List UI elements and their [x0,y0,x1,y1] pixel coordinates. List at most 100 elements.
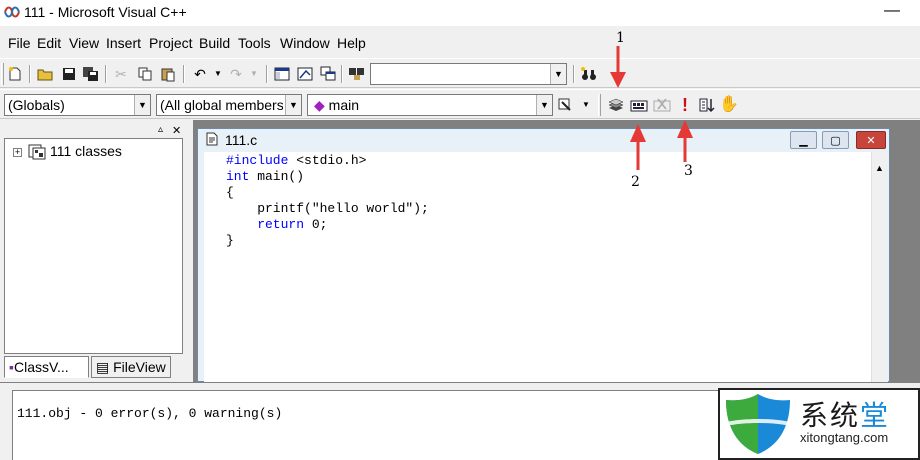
menu-file[interactable]: File [8,35,31,51]
undo-icon[interactable]: ↶ [190,64,210,84]
editor-minimize-button[interactable]: ▁ [790,131,817,149]
new-file-icon[interactable] [5,64,25,84]
fileview-icon: ▤ [96,359,110,375]
members-combo-value: ◆ main [314,97,359,114]
undo-dropdown-icon[interactable]: ▼ [208,64,228,84]
fileview-tab-label: FileView [113,359,166,375]
editor-title: 111.c [225,132,258,148]
classes-folder-icon [28,144,46,160]
search-binoculars-icon[interactable] [579,64,599,84]
vertical-scrollbar[interactable] [871,152,888,382]
chevron-down-icon[interactable]: ▼ [550,64,566,84]
code-text: 0; [304,217,328,232]
chevron-down-icon[interactable]: ▼ [134,95,150,115]
scroll-up-icon[interactable]: ▲ [871,160,888,176]
menu-window[interactable]: Window [280,35,330,51]
wizard-bar-toolbar: (Globals) ▼ (All global members ▼ ◆ main… [0,89,920,119]
annotation-label-2: 2 [631,174,640,190]
menu-edit[interactable]: Edit [37,35,61,51]
source-file-icon [206,132,218,146]
copy-icon[interactable] [135,64,155,84]
menu-build[interactable]: Build [199,35,230,51]
open-folder-icon[interactable] [35,64,55,84]
filter-combo-value: (All global members [160,97,283,113]
function-icon: ◆ [314,97,325,113]
find-in-files-icon[interactable] [347,64,367,84]
editor-close-button[interactable]: ✕ [856,131,886,149]
build-output-message: 111.obj - 0 error(s), 0 warning(s) [17,406,283,421]
redo-icon[interactable]: ↷ [226,64,246,84]
logo-url: xitongtang.com [800,430,889,445]
code-text: <stdio.h> [288,153,367,168]
tree-root-label[interactable]: 111 classes [50,143,122,159]
filter-combo[interactable]: (All global members ▼ [156,94,302,116]
annotation-label-1: 1 [616,30,625,46]
editor-gutter [204,152,224,382]
annotation-arrow-3 [677,120,693,162]
cut-icon[interactable]: ✂ [111,64,131,84]
code-line: } [226,233,234,248]
menu-tools[interactable]: Tools [238,35,271,51]
members-combo-text: main [328,97,360,113]
code-text: } [226,233,234,248]
save-icon[interactable] [59,64,79,84]
code-line: printf("hello world"); [226,201,429,216]
menu-project[interactable]: Project [149,35,193,51]
visual-cpp-app-icon [4,6,20,18]
tab-classview[interactable]: ▪ClassV... [4,356,89,378]
code-keyword: return [226,217,305,232]
expand-icon[interactable]: + [13,148,22,157]
toolbar-separator [573,65,575,83]
shield-logo-icon [726,394,790,454]
tab-fileview[interactable]: ▤ FileView [91,356,171,378]
class-tree[interactable] [4,138,183,354]
annotation-arrow-2 [630,124,646,170]
annotation-label-3: 3 [684,163,693,179]
output-grip[interactable] [0,390,12,460]
window-title: 111 - Microsoft Visual C++ [24,4,187,20]
save-all-icon[interactable] [81,64,101,84]
logo-char: 堂 [860,399,891,432]
class-combo-value: (Globals) [8,97,65,113]
paste-icon[interactable] [158,64,178,84]
standard-toolbar: ✂ ↶ ▼ ↷ ▼ ▼ [0,58,920,88]
menu-insert[interactable]: Insert [106,35,141,51]
code-line: return 0; [226,217,327,232]
wizard-action-dropdown-icon[interactable]: ▼ [576,95,596,115]
restore-icon[interactable]: ▵ [158,124,163,135]
logo-brand-text: 系统堂 [800,394,890,434]
code-editor[interactable]: #include <stdio.h> int main() { printf("… [224,152,871,382]
close-icon[interactable]: ✕ [172,124,181,137]
minimize-button[interactable]: — [882,2,902,22]
output-window-icon[interactable] [295,64,315,84]
code-text: main() [249,169,305,184]
code-keyword: int [226,169,250,184]
class-combo[interactable]: (Globals) ▼ [4,94,151,116]
toolbar-separator [266,65,268,83]
members-combo[interactable]: ◆ main ▼ [307,94,553,116]
wizard-action-icon[interactable] [556,95,576,115]
toolbar-grip[interactable] [1,63,4,85]
toolbar-separator [105,65,107,83]
chevron-down-icon[interactable]: ▼ [285,95,301,115]
annotation-arrows [610,46,693,170]
code-text: { [226,185,234,200]
toolbar-separator [183,65,185,83]
menu-help[interactable]: Help [337,35,366,51]
redo-dropdown-icon[interactable]: ▼ [244,64,264,84]
toolbar-separator [341,65,343,83]
editor-restore-button[interactable]: ▢ [822,131,849,149]
toolbar-separator [29,65,31,83]
find-combo[interactable]: ▼ [370,63,567,85]
classview-tab-label: ClassV... [13,359,69,375]
code-keyword: #include [226,153,289,168]
code-line: #include <stdio.h> [226,153,366,168]
workspace-window-icon[interactable] [272,64,292,84]
window-list-icon[interactable] [318,64,338,84]
breakpoint-hand-icon[interactable]: ✋ [719,95,739,115]
code-line: int main() [226,169,304,184]
logo-char: 统 [830,399,861,432]
menu-view[interactable]: View [69,35,99,51]
annotation-arrow-1 [610,46,626,88]
chevron-down-icon[interactable]: ▼ [536,95,552,115]
